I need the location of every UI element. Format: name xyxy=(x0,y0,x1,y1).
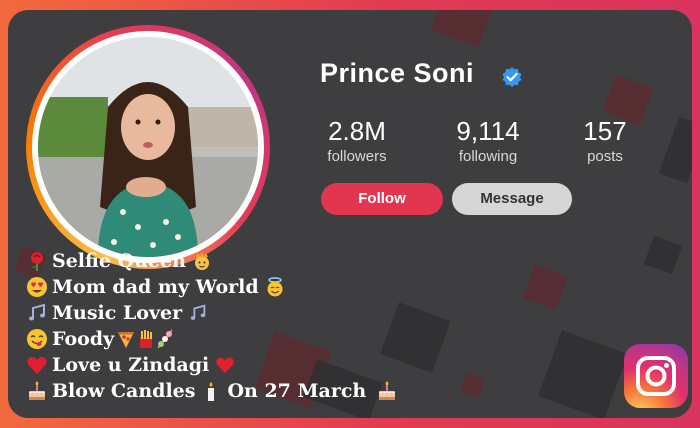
message-button[interactable]: Message xyxy=(452,183,572,215)
decor-tile xyxy=(523,265,568,310)
bio-line: Selfie Queen xyxy=(26,248,398,274)
halo-smile-icon xyxy=(267,277,283,297)
decor-tile xyxy=(658,116,692,184)
bio-text: Mom dad my World xyxy=(52,276,259,298)
stat-posts[interactable]: 157 posts xyxy=(575,116,635,165)
bio-line: Love u Zindagi xyxy=(26,352,398,378)
bio-text: Love u Zindagi xyxy=(52,354,210,376)
bio-line: Music Lover xyxy=(26,300,398,326)
bio-text: Music Lover xyxy=(52,302,183,324)
bio-text: Selfie Queen xyxy=(52,250,186,272)
decor-tile xyxy=(460,372,486,398)
cake-icon xyxy=(29,381,45,400)
bio-line: Blow Candles On 27 March xyxy=(26,378,398,404)
follow-button[interactable]: Follow xyxy=(321,183,443,215)
bio-line: Mom dad my World xyxy=(26,274,398,300)
bio-text: On 27 March xyxy=(227,380,367,402)
music-notes-icon xyxy=(29,303,45,321)
bio-text: Blow Candles xyxy=(52,380,196,402)
music-notes-icon xyxy=(190,304,206,320)
avatar[interactable] xyxy=(38,37,258,257)
heart-eyes-icon xyxy=(27,277,47,297)
rose-icon xyxy=(31,252,43,271)
instagram-logo-icon[interactable] xyxy=(624,344,688,408)
yum-face-icon xyxy=(27,329,47,349)
heart-icon xyxy=(216,357,234,374)
stat-value: 2.8M xyxy=(328,116,386,146)
decor-tile xyxy=(643,235,683,275)
cake-icon xyxy=(379,381,396,400)
profile-card: Prince Soni 2.8M followers 9,114 followi… xyxy=(8,10,692,418)
candle-icon xyxy=(208,382,215,401)
decor-tile xyxy=(430,10,496,48)
stat-label: followers xyxy=(327,148,387,165)
instagram-glyph-icon xyxy=(636,356,676,396)
stat-label: following xyxy=(458,148,518,165)
stat-label: posts xyxy=(587,148,623,165)
pizza-fries-dango-icons xyxy=(118,329,173,349)
princess-icon xyxy=(194,252,209,270)
stat-followers[interactable]: 2.8M followers xyxy=(314,116,400,165)
verified-badge-icon xyxy=(502,67,522,87)
heart-icon xyxy=(27,356,47,374)
bio-text: Foody xyxy=(52,328,115,350)
decor-tile xyxy=(538,330,628,418)
stat-value: 9,114 xyxy=(456,116,520,146)
stat-value: 157 xyxy=(583,116,627,146)
profile-name: Prince Soni xyxy=(320,58,475,88)
avatar-story-ring[interactable] xyxy=(26,25,270,269)
avatar-photo xyxy=(38,37,258,257)
bio-line: Foody xyxy=(26,326,398,352)
bio: Selfie Queen Mom dad my World Music Love… xyxy=(26,248,398,404)
stat-following[interactable]: 9,114 following xyxy=(445,116,531,165)
